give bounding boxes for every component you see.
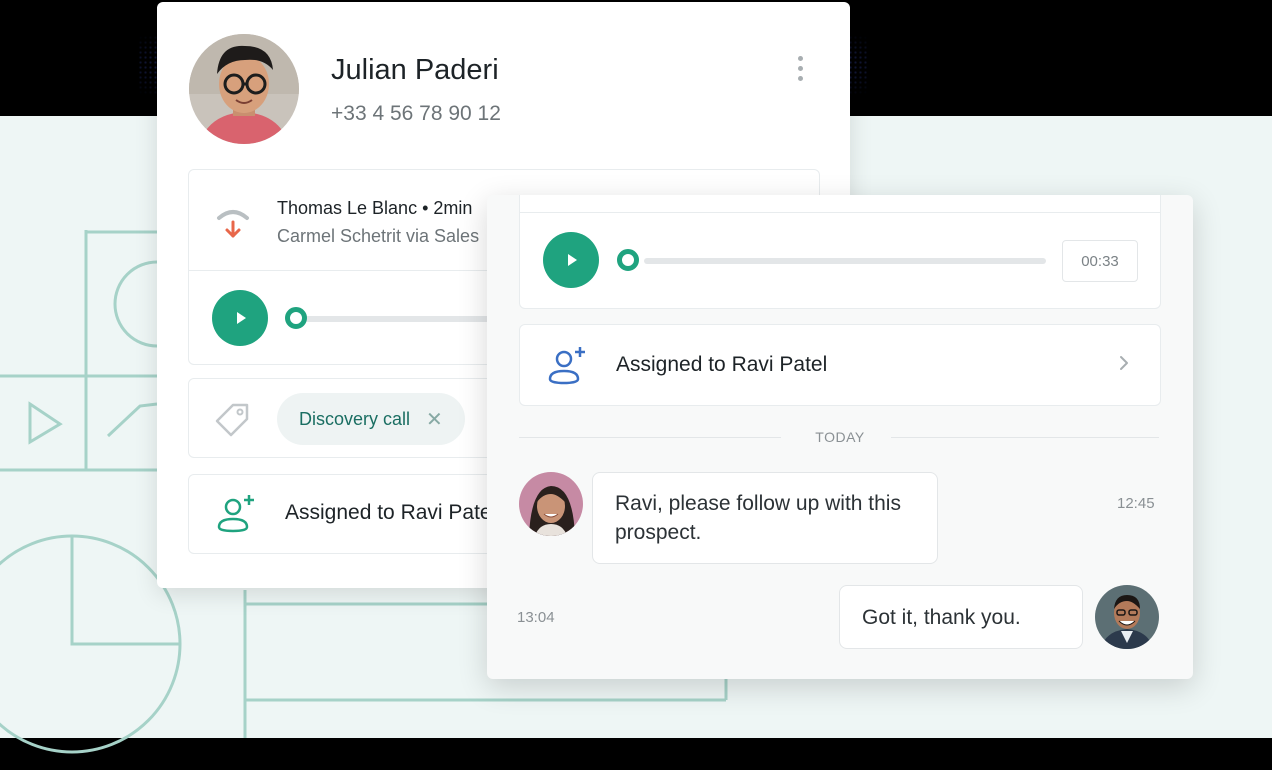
audio-duration: 00:33 <box>1062 240 1138 282</box>
more-options-icon[interactable] <box>785 56 815 90</box>
play-icon <box>237 312 246 324</box>
message-time: 12:45 <box>1117 495 1155 512</box>
play-button[interactable] <box>212 290 268 346</box>
audio-track[interactable] <box>644 258 1046 264</box>
chevron-right-icon[interactable] <box>1114 353 1134 373</box>
remove-tag-icon[interactable]: ✕ <box>426 407 443 432</box>
assignment-card[interactable]: Assigned to Ravi Patel <box>519 324 1161 406</box>
call-subtitle: Carmel Schetrit via Sales <box>277 226 480 246</box>
date-divider: TODAY <box>815 429 865 445</box>
tag-chip[interactable]: Discovery call ✕ <box>277 393 465 445</box>
tag-icon <box>215 401 251 437</box>
message-bubble: Got it, thank you. <box>839 585 1083 649</box>
contact-name: Julian Paderi <box>331 54 499 86</box>
contact-phone: +33 4 56 78 90 12 <box>331 102 501 125</box>
assignment-text: Assigned to Ravi Patel <box>285 501 497 524</box>
play-icon <box>568 254 577 266</box>
activity-feed-card: 00:33 Assigned to Ravi Patel TODAY Ravi,… <box>487 195 1193 679</box>
reply-avatar <box>1095 585 1159 649</box>
message-time: 13:04 <box>517 609 555 626</box>
message-bubble: Ravi, please follow up with this prospec… <box>592 472 938 564</box>
sender-avatar <box>519 472 583 536</box>
audio-scrubber[interactable] <box>285 307 307 329</box>
assignment-text: Assigned to Ravi Patel <box>616 353 828 376</box>
contact-avatar <box>189 34 299 144</box>
tag-label: Discovery call <box>299 408 411 429</box>
divider <box>520 212 1160 213</box>
call-title: Thomas Le Blanc • 2min <box>277 198 473 218</box>
assign-user-icon <box>217 493 257 533</box>
assign-user-icon <box>548 345 588 385</box>
incoming-call-icon <box>213 204 253 244</box>
audio-player-card: 00:33 <box>519 195 1161 309</box>
audio-scrubber[interactable] <box>617 249 639 271</box>
play-button[interactable] <box>543 232 599 288</box>
